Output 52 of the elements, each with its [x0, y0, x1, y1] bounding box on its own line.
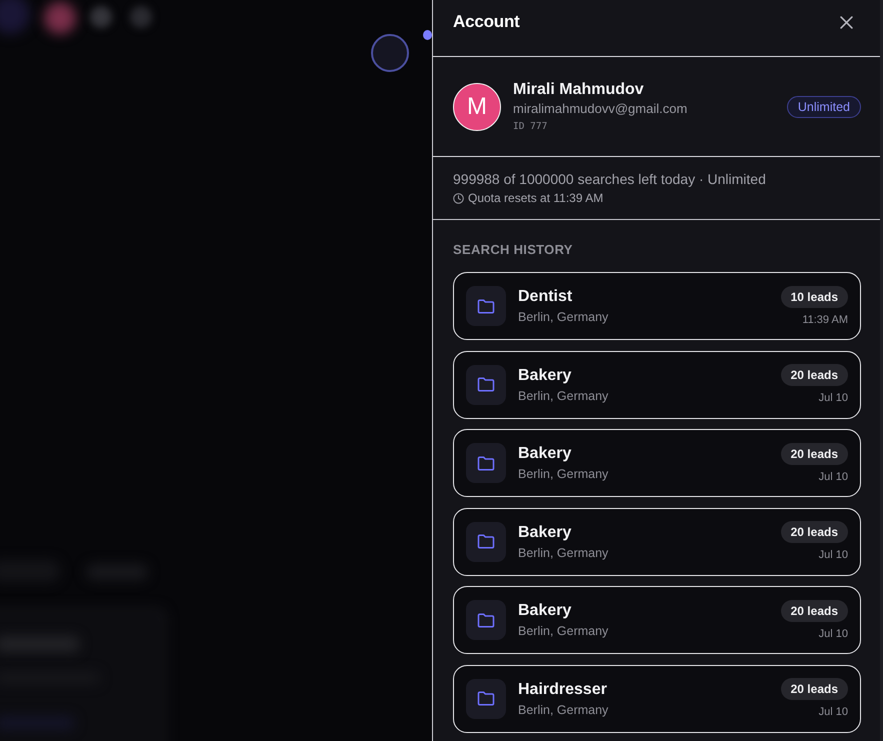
folder-icon: [466, 600, 506, 640]
search-location: Berlin, Germany: [518, 702, 608, 718]
dot-icon: [423, 30, 432, 40]
folder-icon: [466, 678, 506, 718]
folder-icon: [466, 443, 506, 483]
leads-badge: 10 leads: [780, 286, 848, 308]
search-history-card[interactable]: Bakery Berlin, Germany 20 leads Jul 10: [453, 586, 861, 654]
clock-icon: [453, 192, 464, 204]
leads-badge: 20 leads: [780, 364, 848, 386]
search-location: Berlin, Germany: [518, 466, 608, 482]
search-query: Bakery: [518, 601, 572, 621]
quota-summary: 999988 of 1000000 searches left today · Unlimited: [453, 170, 766, 188]
drawer-title: Account: [453, 12, 520, 32]
leads-badge: 20 leads: [780, 521, 848, 543]
search-query: Hairdresser: [518, 680, 607, 700]
search-location: Berlin, Germany: [518, 309, 608, 325]
search-time: Jul 10: [818, 706, 848, 719]
user-id: ID 777: [513, 120, 548, 134]
search-location: Berlin, Germany: [518, 388, 608, 404]
search-query: Bakery: [518, 444, 572, 464]
folder-icon: [466, 364, 506, 404]
user-name: Mirali Mahmudov: [513, 80, 644, 100]
blurred-circle: [90, 6, 112, 28]
search-time: Jul 10: [818, 628, 848, 640]
search-history-card[interactable]: Bakery Berlin, Germany 20 leads Jul 10: [453, 350, 861, 418]
leads-badge: 20 leads: [780, 442, 848, 464]
search-time: 11:39 AM: [802, 314, 848, 326]
close-icon: [840, 16, 852, 28]
search-history-card[interactable]: Hairdresser Berlin, Germany 20 leads Jul 10: [453, 664, 861, 732]
search-time: Jul 10: [818, 549, 848, 562]
search-query: Dentist: [518, 287, 572, 307]
search-history-card[interactable]: Bakery Berlin, Germany 20 leads Jul 10: [453, 429, 861, 497]
avatar-circle: M: [453, 82, 501, 130]
ring-icon: [371, 34, 409, 72]
search-location: Berlin, Germany: [518, 623, 608, 639]
blurred-circle: [130, 6, 152, 28]
quota-reset-text: Quota resets at 11:39 AM: [468, 190, 604, 206]
search-history-card[interactable]: Dentist Berlin, Germany 10 leads 11:39 AM: [453, 272, 861, 340]
plan-badge: Unlimited: [786, 96, 861, 118]
user-email: miralimahmudovv@gmail.com: [513, 100, 688, 116]
leads-badge: 20 leads: [780, 678, 848, 700]
search-query: Bakery: [518, 366, 572, 386]
search-time: Jul 10: [818, 470, 848, 484]
leads-badge: 20 leads: [780, 600, 848, 622]
search-query: Bakery: [518, 522, 572, 542]
search-location: Berlin, Germany: [518, 544, 608, 560]
search-history-card[interactable]: Bakery Berlin, Germany 20 leads Jul 10: [453, 508, 861, 576]
search-time: Jul 10: [818, 392, 848, 405]
section-heading: SEARCH HISTORY: [453, 242, 573, 258]
folder-icon: [466, 522, 506, 562]
folder-icon: [466, 286, 506, 326]
blurred-circle: [44, 2, 76, 34]
